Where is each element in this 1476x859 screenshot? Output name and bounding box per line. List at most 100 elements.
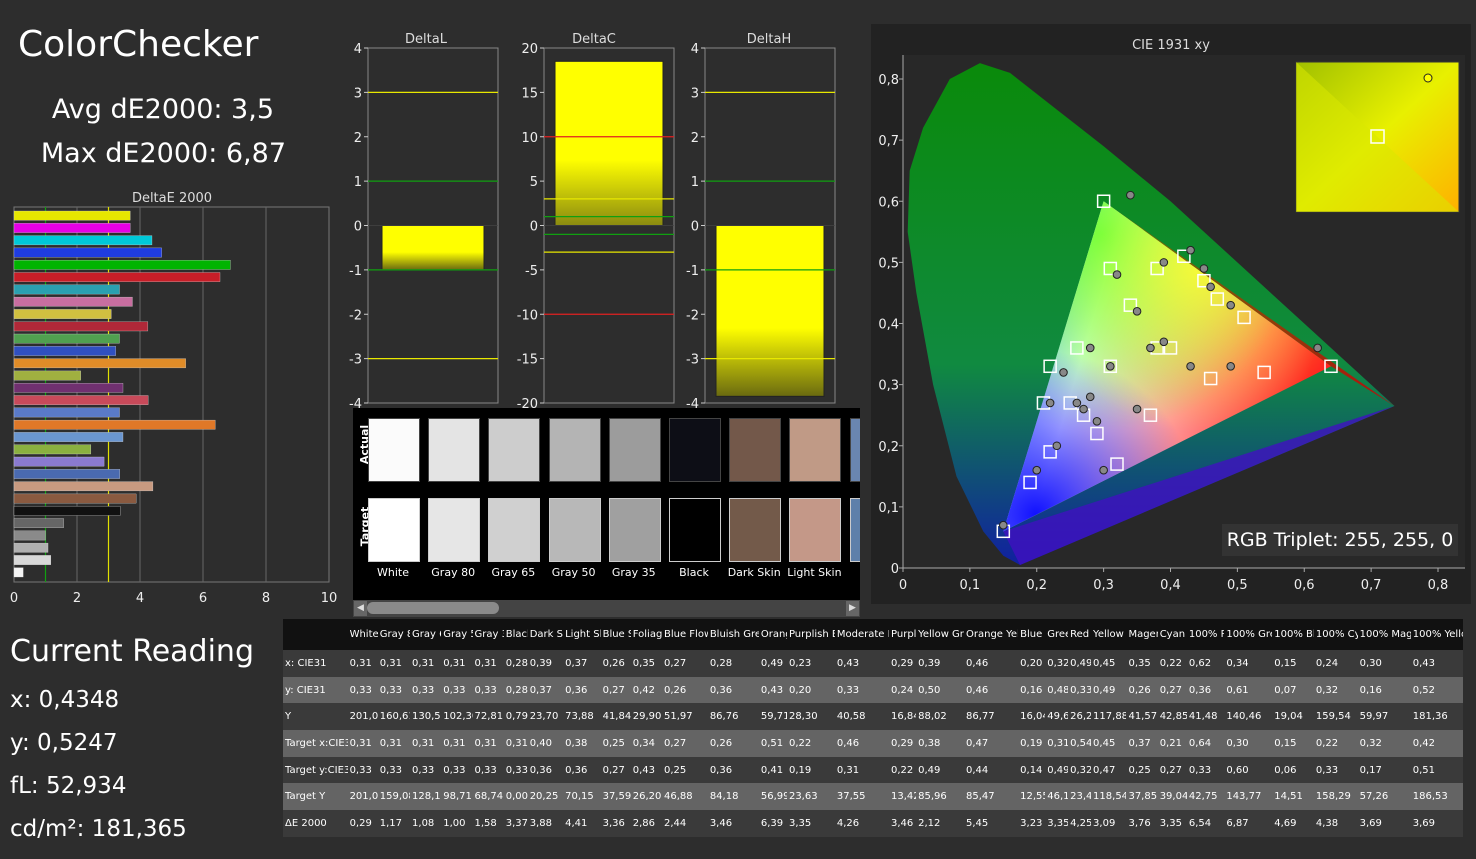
scroll-right-arrow-icon[interactable]: ▶ bbox=[846, 601, 859, 616]
table-cell: 0,33 bbox=[410, 756, 442, 784]
table-cell: 0,21 bbox=[1157, 730, 1187, 757]
table-cell: 86,76 bbox=[707, 703, 759, 731]
deltae-bar bbox=[13, 272, 221, 282]
table-cell: 0,25 bbox=[662, 756, 708, 784]
deltae-bar bbox=[13, 469, 120, 479]
table-header-cell: Yellow Green bbox=[916, 619, 964, 650]
table-cell: 0,22 bbox=[786, 730, 835, 757]
cie-actual-marker bbox=[1132, 306, 1142, 316]
table-row: Target y:CIE310,330,330,330,330,330,330,… bbox=[283, 756, 1463, 784]
table-cell: 23,63 bbox=[786, 783, 835, 811]
inset-actual-marker bbox=[1423, 73, 1433, 83]
table-header-cell: Purplish Blue bbox=[786, 619, 835, 650]
table-cell: 0,28 bbox=[503, 676, 528, 704]
table-cell: 0,43 bbox=[758, 676, 787, 704]
table-cell: 0,33 bbox=[472, 756, 504, 784]
table-cell: 3,46 bbox=[889, 810, 917, 837]
table-cell: Target Y bbox=[283, 783, 348, 811]
table-cell: 0,33 bbox=[1313, 756, 1358, 784]
deltae-bar bbox=[13, 456, 105, 467]
swatch-label: Dark Skin bbox=[727, 566, 781, 579]
table-cell: 0,20 bbox=[1018, 650, 1046, 677]
table-cell: 0,37 bbox=[1126, 730, 1158, 757]
table-cell: 0,47 bbox=[964, 730, 1019, 757]
table-cell: 0,27 bbox=[662, 650, 708, 677]
table-cell: 201,04 bbox=[347, 703, 378, 731]
table-cell: 0,45 bbox=[1091, 730, 1127, 757]
table-cell: 0,36 bbox=[563, 676, 601, 704]
table-cell: 0,60 bbox=[1224, 756, 1273, 784]
table-cell: 0,52 bbox=[1410, 676, 1463, 704]
deltae-title: DeltaE 2000 bbox=[132, 191, 212, 206]
swatch-label: Gray 35 bbox=[611, 566, 656, 579]
table-cell: x: CIE31 bbox=[283, 650, 348, 677]
table-cell: 140,46 bbox=[1224, 703, 1273, 731]
cie-y-tick-label: 0,1 bbox=[878, 501, 899, 516]
table-header-cell: Blue bbox=[1018, 619, 1046, 650]
cie-actual-marker bbox=[1052, 441, 1062, 451]
deltae-bar bbox=[13, 358, 186, 369]
table-header-cell: Gray 65 bbox=[410, 619, 442, 650]
swatch-actual bbox=[488, 418, 541, 482]
cie-actual-marker bbox=[1099, 465, 1108, 475]
table-cell: 201,04 bbox=[347, 783, 378, 811]
table-cell: 0,30 bbox=[1357, 650, 1411, 677]
avg-de-label: Avg dE2000: 3,5 bbox=[51, 94, 274, 125]
table-cell: Y bbox=[283, 703, 348, 731]
table-cell: 0,32 bbox=[1313, 676, 1358, 704]
deltae-tick-label: 2 bbox=[73, 591, 81, 606]
table-cell: 4,26 bbox=[834, 810, 890, 837]
scroll-thumb[interactable] bbox=[367, 602, 499, 614]
cie-title: CIE 1931 xy bbox=[1132, 38, 1210, 53]
table-cell: 0,22 bbox=[1313, 730, 1358, 757]
table-cell: 3,37 bbox=[503, 810, 528, 837]
scroll-left-arrow-icon[interactable]: ◀ bbox=[354, 601, 367, 616]
table-cell: 41,57 bbox=[1126, 703, 1158, 731]
table-cell: 0,46 bbox=[834, 730, 890, 757]
table-cell: 160,61 bbox=[377, 703, 411, 731]
cie-x-tick-label: 0,6 bbox=[1294, 578, 1315, 593]
table-cell: 0,33 bbox=[410, 676, 442, 704]
cie-actual-marker bbox=[1159, 337, 1169, 347]
table-cell: 0,24 bbox=[1313, 650, 1358, 677]
table-cell: 0,27 bbox=[600, 676, 631, 704]
delta-lch-charts: DeltaL DeltaC DeltaH 43210-1-2-3-4201510… bbox=[349, 32, 836, 412]
table-cell: 0,33 bbox=[834, 676, 890, 704]
table-cell: 0,51 bbox=[758, 730, 787, 757]
cie-y-tick-label: 0,2 bbox=[878, 440, 899, 455]
table-cell: 0,38 bbox=[563, 730, 601, 757]
cie-actual-marker bbox=[1072, 398, 1082, 408]
table-cell: 0,07 bbox=[1272, 676, 1314, 704]
table-cell: 0,27 bbox=[662, 730, 708, 757]
table-header-cell: Gray 35 bbox=[472, 619, 504, 650]
cie-x-tick-label: 0 bbox=[899, 578, 907, 593]
swatch-scrollbar[interactable]: ◀ ▶ bbox=[353, 600, 860, 617]
table-row: Target Y201,04159,08128,1898,7168,740,00… bbox=[283, 783, 1463, 811]
table-cell: 0,29 bbox=[889, 730, 917, 757]
table-cell: 0,40 bbox=[527, 730, 564, 757]
deltae-bar bbox=[13, 419, 216, 430]
cie-actual-marker bbox=[1045, 398, 1055, 408]
table-header-cell: Magenta bbox=[1126, 619, 1158, 650]
dc-tick-label: 15 bbox=[521, 86, 538, 101]
table-header-row: WhiteGray 80Gray 65Gray 50Gray 35BlackDa… bbox=[283, 619, 1463, 650]
table-cell: 0,33 bbox=[347, 676, 378, 704]
table-cell: 84,18 bbox=[707, 783, 759, 811]
table-cell: 0,79 bbox=[503, 703, 528, 731]
table-header-cell: 100% Cyan bbox=[1313, 619, 1358, 650]
swatch-actual bbox=[428, 418, 481, 482]
table-cell: 0,33 bbox=[503, 756, 528, 784]
table-cell: 0,31 bbox=[472, 730, 504, 757]
table-cell: 0,36 bbox=[707, 756, 759, 784]
swatch-label: Gray 65 bbox=[491, 566, 536, 579]
table-cell: 0,25 bbox=[1126, 756, 1158, 784]
cie-x-tick-label: 0,3 bbox=[1093, 578, 1114, 593]
deltae-bar bbox=[13, 395, 149, 405]
cie-actual-marker bbox=[1226, 361, 1235, 371]
cie-x-tick-label: 0,1 bbox=[960, 578, 981, 593]
table-cell: 0,14 bbox=[1018, 756, 1046, 784]
cie-actual-marker bbox=[1186, 245, 1195, 255]
table-cell: 1,00 bbox=[441, 810, 473, 837]
cie-y-tick-label: 0,5 bbox=[878, 256, 899, 271]
table-cell: 0,36 bbox=[527, 756, 564, 784]
